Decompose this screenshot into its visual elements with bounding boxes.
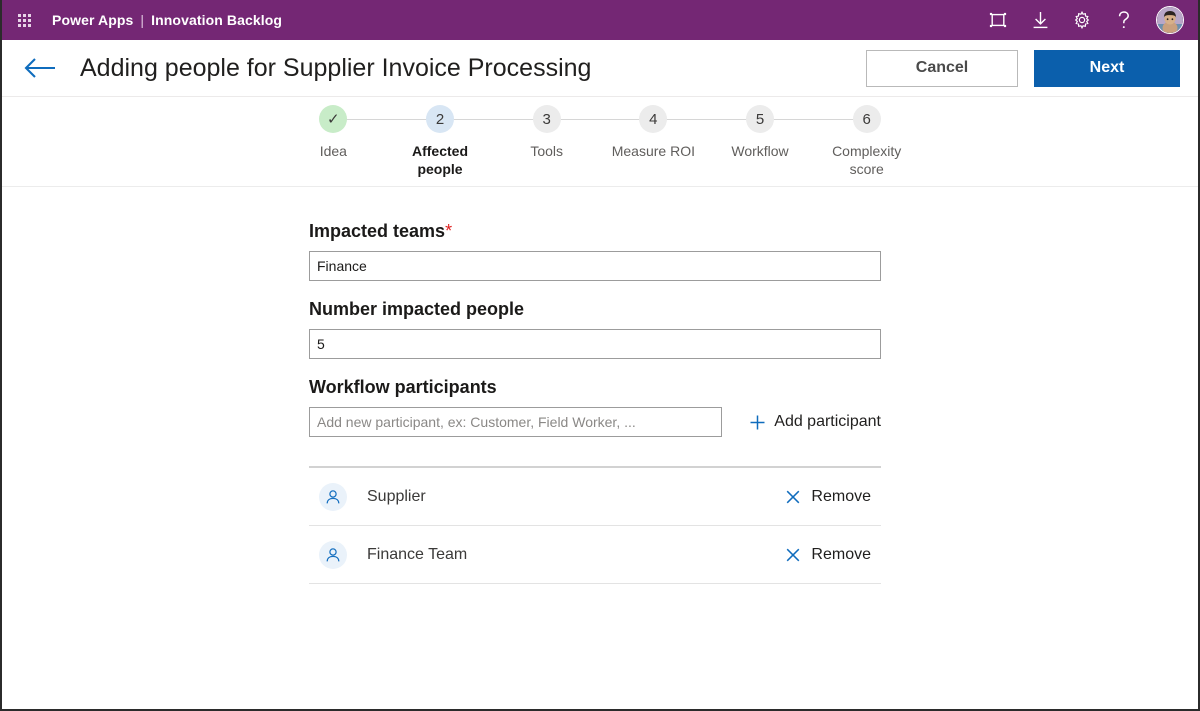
waffle-menu-button[interactable]	[10, 6, 38, 34]
step-circle-5: 5	[746, 105, 775, 133]
number-impacted-people-input[interactable]	[309, 329, 881, 359]
cancel-button[interactable]: Cancel	[866, 49, 1018, 87]
step-circle-3: 3	[532, 105, 561, 133]
step-label-3: Tools	[530, 143, 564, 159]
person-icon	[319, 482, 347, 511]
remove-participant-button[interactable]: Remove	[785, 488, 873, 506]
app-name-label: Innovation Backlog	[151, 12, 283, 28]
waffle-grid-icon	[17, 13, 31, 27]
suite-brand-label: Power Apps	[52, 12, 134, 28]
brand-divider: |	[140, 12, 145, 28]
step-label-6: Complexity score	[832, 143, 902, 177]
participant-name: Supplier	[367, 487, 426, 505]
add-participant-button[interactable]: Add participant	[749, 413, 881, 431]
help-icon[interactable]	[1114, 10, 1134, 30]
list-item[interactable]: Supplier Remove	[309, 468, 881, 526]
add-participant-label: Add participant	[774, 413, 881, 430]
step-circle-6: 6	[852, 105, 881, 133]
avatar[interactable]	[1156, 6, 1184, 34]
step-circle-1: ✓	[319, 105, 348, 133]
list-item[interactable]: Finance Team Remove	[309, 526, 881, 584]
remove-label: Remove	[811, 545, 871, 563]
back-arrow-icon[interactable]	[24, 54, 58, 82]
wizard-stepper: ✓ Idea 2 Affected people 3 Tools 4 Measu…	[2, 97, 1198, 187]
participant-name: Finance Team	[367, 545, 468, 563]
required-asterisk: *	[445, 221, 453, 241]
participants-list: Supplier Remove Finance Team Remove	[309, 466, 881, 584]
step-circle-2: 2	[426, 105, 454, 133]
remove-participant-button[interactable]: Remove	[785, 546, 873, 564]
impacted-teams-label-text: Impacted teams	[309, 221, 446, 241]
step-label-1: Idea	[319, 143, 347, 159]
suite-bar: Power Apps | Innovation Backlog	[2, 0, 1198, 40]
person-icon	[319, 540, 347, 569]
step-label-4: Measure ROI	[611, 143, 695, 159]
plus-icon	[749, 414, 766, 431]
step-measure-roi[interactable]: 4 Measure ROI	[600, 105, 761, 186]
page-title: Adding people for Supplier Invoice Proce…	[80, 53, 592, 82]
number-impacted-people-label: Number impacted people	[309, 299, 525, 319]
workflow-participants-label: Workflow participants	[309, 377, 497, 397]
remove-label: Remove	[811, 487, 871, 505]
step-tools[interactable]: 3 Tools	[493, 105, 654, 186]
add-participant-row: Add participant	[309, 407, 881, 437]
impacted-teams-label: Impacted teams*	[309, 221, 881, 242]
screen-frame-icon[interactable]	[988, 10, 1008, 30]
next-button[interactable]: Next	[1034, 49, 1180, 87]
brand-area: Power Apps | Innovation Backlog	[52, 12, 282, 28]
step-label-5: Workflow	[731, 143, 789, 159]
step-affected-people[interactable]: 2 Affected people	[387, 105, 547, 186]
step-workflow[interactable]: 5 Workflow	[707, 105, 867, 186]
step-circle-4: 4	[639, 105, 668, 133]
download-icon[interactable]	[1030, 10, 1050, 30]
form-area: Impacted teams* Number impacted people W…	[2, 187, 1198, 437]
new-participant-input[interactable]	[309, 407, 723, 437]
command-bar: Adding people for Supplier Invoice Proce…	[2, 40, 1198, 97]
close-x-icon	[785, 547, 801, 563]
close-x-icon	[785, 489, 801, 505]
impacted-teams-input[interactable]	[309, 251, 881, 281]
step-complexity-score[interactable]: 6 Complexity score	[813, 105, 920, 186]
suite-icon-group	[988, 6, 1188, 34]
gear-icon[interactable]	[1072, 10, 1092, 30]
step-label-2: Affected people	[411, 143, 468, 177]
app-window: Power Apps | Innovation Backlog Adding p…	[0, 0, 1200, 711]
step-idea[interactable]: ✓ Idea	[280, 105, 440, 186]
